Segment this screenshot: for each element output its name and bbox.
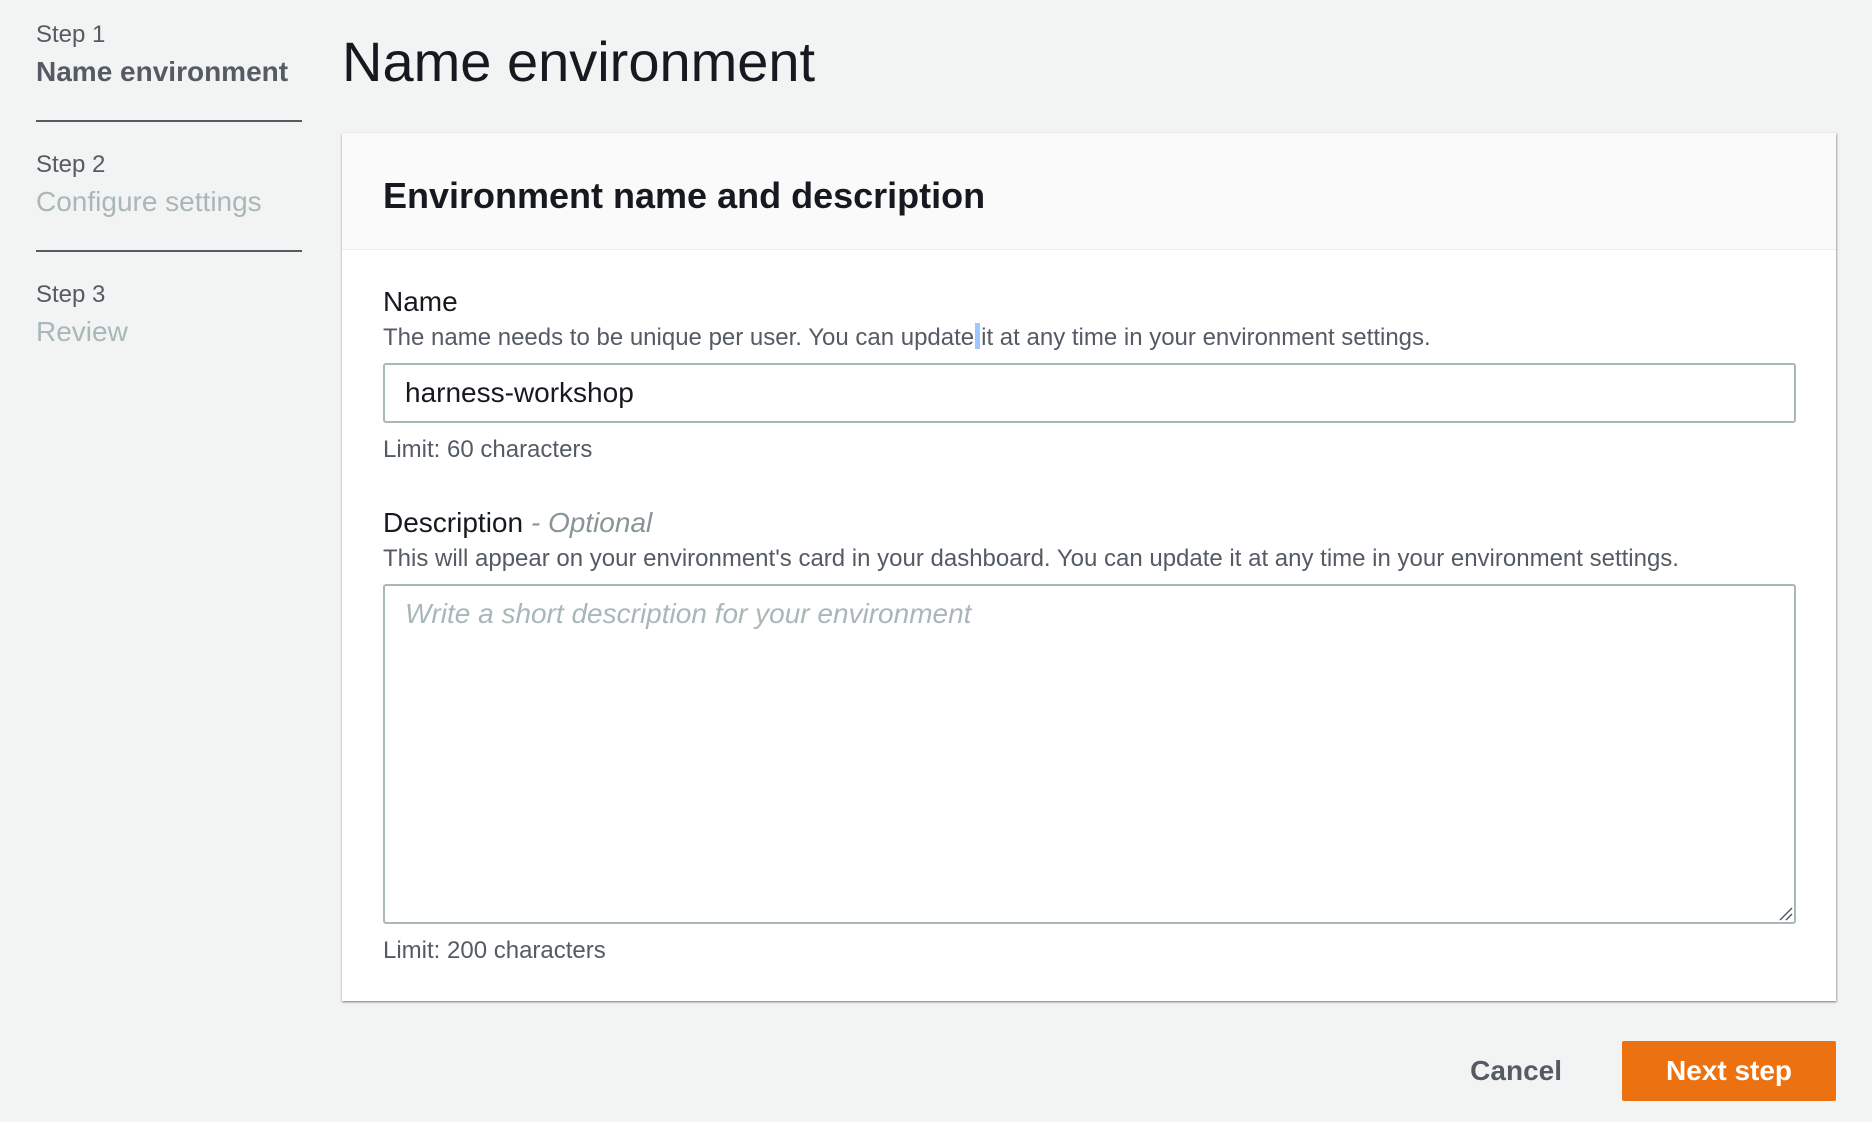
description-textarea-wrapper: [383, 584, 1796, 924]
step-3-number: Step 3: [36, 281, 106, 308]
step-3: Step 3 Review: [36, 274, 302, 380]
cancel-button[interactable]: Cancel: [1440, 1041, 1592, 1101]
page-title: Name environment: [342, 30, 816, 93]
description-label-text: Description: [383, 507, 524, 538]
name-label: Name: [383, 286, 458, 317]
card-header: Environment name and description: [342, 133, 1836, 250]
step-2: Step 2 Configure settings: [36, 144, 302, 252]
wizard-steps-nav: Step 1 Name environment Step 2 Configure…: [36, 14, 302, 402]
step-1-title: Name environment: [36, 56, 289, 87]
optional-tag: - Optional: [530, 507, 653, 538]
name-input[interactable]: [383, 363, 1796, 423]
description-textarea[interactable]: [383, 584, 1796, 924]
step-2-title: Configure settings: [36, 186, 262, 217]
step-1: Step 1 Name environment: [36, 14, 302, 122]
description-help-text: This will appear on your environment's c…: [383, 545, 1679, 572]
step-2-number: Step 2: [36, 151, 106, 178]
step-3-title: Review: [36, 316, 128, 347]
description-field-group: Description - Optional This will appear …: [383, 505, 1796, 968]
environment-details-card: Environment name and description Name Th…: [342, 133, 1836, 1001]
name-description-part-1: The name needs to be unique per user. Yo…: [383, 324, 975, 351]
name-description: The name needs to be unique per user. Yo…: [383, 321, 1796, 355]
card-body: Name The name needs to be unique per use…: [342, 250, 1836, 968]
form-actions: Cancel Next step: [1440, 1041, 1836, 1101]
resize-handle-icon[interactable]: [1777, 905, 1793, 921]
description-label: Description - Optional: [383, 505, 1796, 541]
step-1-number: Step 1: [36, 21, 106, 48]
card-title: Environment name and description: [383, 175, 986, 216]
name-field-group: Name The name needs to be unique per use…: [383, 284, 1796, 467]
name-limit-hint: Limit: 60 characters: [383, 436, 593, 463]
name-description-part-2: it at any time in your environment setti…: [981, 324, 1431, 351]
next-step-button[interactable]: Next step: [1622, 1041, 1836, 1101]
description-limit-hint: Limit: 200 characters: [383, 937, 606, 964]
text-cursor-icon: [975, 323, 981, 349]
